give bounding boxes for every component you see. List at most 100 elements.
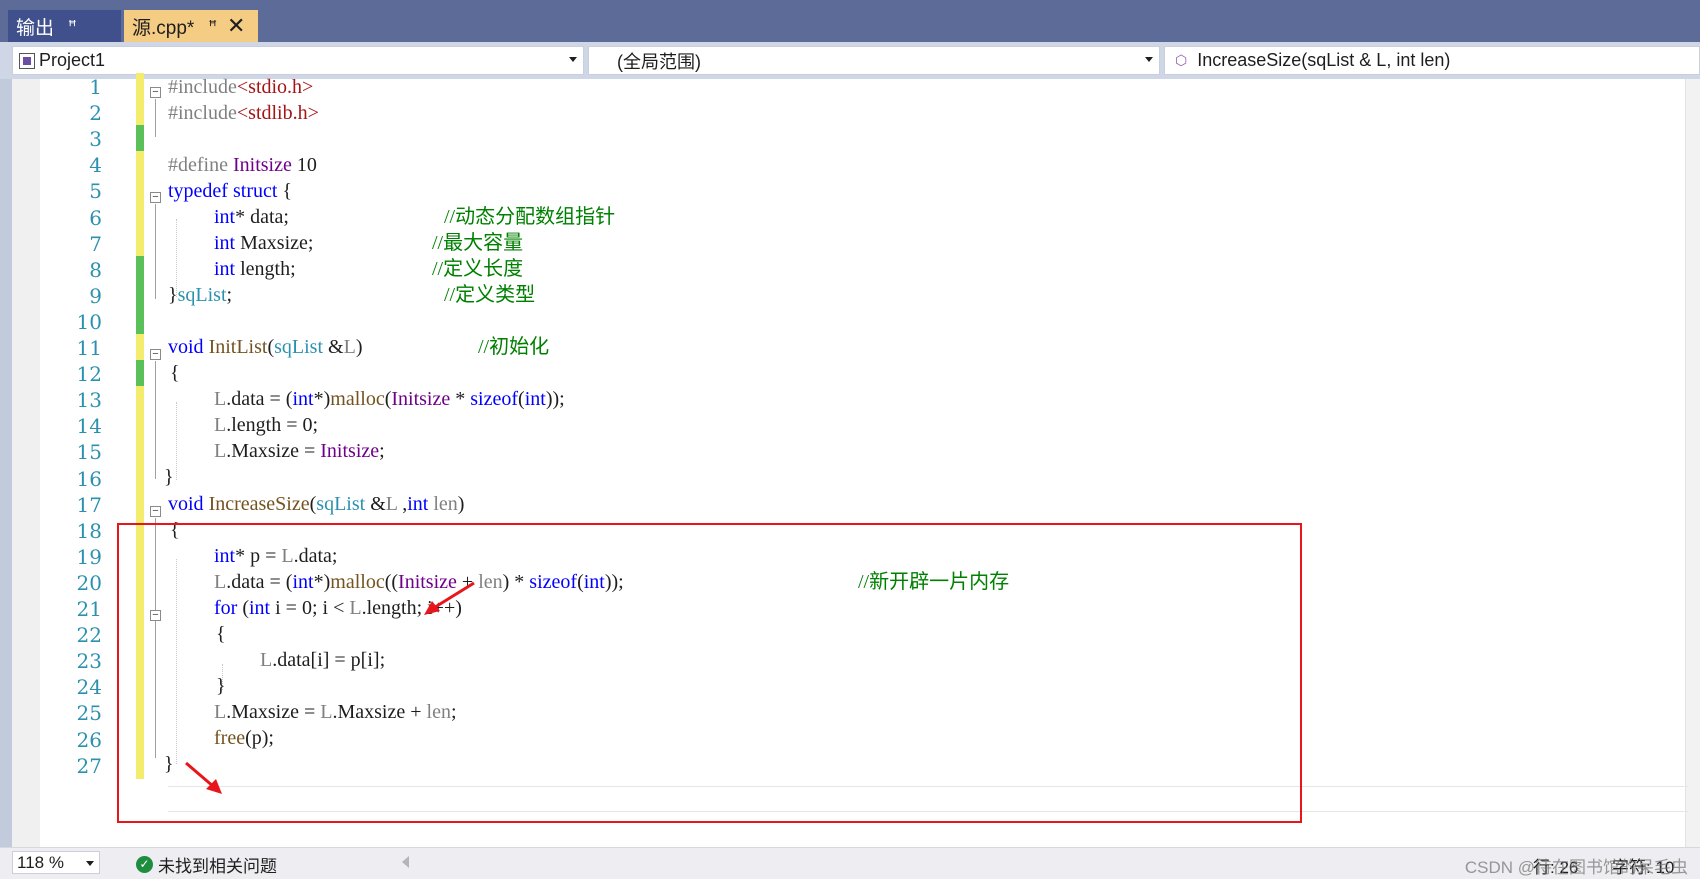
comment-line-9: //定义类型 [444, 284, 536, 306]
project-dropdown[interactable]: Project1 [12, 46, 584, 75]
change-marker [136, 99, 144, 127]
line-number: 22 [76, 623, 102, 648]
line-number: 12 [76, 362, 102, 387]
fold-toggle[interactable]: − [150, 192, 161, 203]
change-marker [136, 229, 144, 257]
change-marker [136, 307, 144, 335]
comment-line-8: //定义长度 [432, 258, 524, 280]
line-number: 3 [89, 127, 102, 152]
code-line-6: int* data; [214, 206, 289, 228]
line-number: 8 [89, 257, 102, 282]
line-number: 1 [89, 75, 102, 99]
fold-toggle[interactable]: − [150, 506, 161, 517]
chevron-down-icon [569, 57, 577, 62]
fold-line [155, 99, 156, 137]
code-line-13: L.data = (int*)malloc(Initsize * sizeof(… [214, 388, 565, 410]
code-line-9: }sqList; [168, 284, 233, 306]
line-number: 27 [76, 753, 102, 778]
line-number: 23 [76, 649, 102, 674]
code-line-12: { [170, 362, 180, 384]
change-marker [136, 334, 144, 361]
change-marker [136, 360, 144, 388]
fold-line [155, 361, 156, 479]
chevron-down-icon [1145, 57, 1153, 62]
line-number: 17 [76, 492, 102, 517]
line-number: 26 [76, 727, 102, 752]
issues-text: 未找到相关问题 [158, 857, 277, 876]
indent-guide [176, 402, 177, 480]
tab-output[interactable]: 输出 ꟸ [8, 10, 121, 42]
change-marker [136, 177, 144, 205]
chevron-down-icon [86, 861, 94, 866]
line-number: 9 [89, 283, 102, 308]
member-dropdown[interactable]: ⬡ IncreaseSize(sqList & L, int len) [1164, 46, 1700, 75]
comment-line-6: //动态分配数组指针 [444, 206, 616, 228]
code-line-15: L.Maxsize = Initsize; [214, 440, 385, 462]
line-number: 7 [89, 231, 102, 256]
tab-output-label: 输出 [16, 17, 55, 39]
code-line-17: void IncreaseSize(sqList &L ,int len) [168, 493, 465, 515]
line-number: 20 [76, 570, 102, 595]
fold-line [155, 204, 156, 299]
line-number: 14 [76, 414, 102, 439]
change-marker [136, 464, 144, 492]
line-number: 18 [76, 518, 102, 543]
line-number: 25 [76, 701, 102, 726]
close-icon[interactable]: ✕ [227, 15, 245, 37]
status-bar: 118 % ✓ 未找到相关问题 行: 26 字符: 10 CSDN @待在图书馆… [0, 847, 1700, 879]
change-marker [136, 73, 144, 100]
fold-toggle[interactable]: − [150, 349, 161, 360]
annotation-arrow-icon [185, 761, 222, 794]
member-name: IncreaseSize(sqList & L, int len) [1197, 50, 1451, 70]
document-tab-bar: 输出 ꟸ 源.cpp* ꟸ ✕ [0, 0, 1700, 42]
line-number: 5 [89, 179, 102, 204]
check-circle-icon: ✓ [136, 856, 153, 873]
change-marker [136, 203, 144, 231]
tab-source-cpp[interactable]: 源.cpp* ꟸ ✕ [124, 10, 258, 42]
code-line-1: #include<stdio.h> [168, 76, 314, 98]
comment-line-11: //初始化 [478, 336, 550, 358]
code-line-2: #include<stdlib.h> [168, 102, 319, 124]
line-number: 24 [76, 675, 102, 700]
scroll-left-icon[interactable] [402, 856, 409, 868]
zoom-dropdown[interactable]: 118 % [12, 851, 100, 874]
line-number: 15 [76, 440, 102, 465]
code-line-4: #define Initsize 10 [168, 154, 317, 176]
fold-toggle[interactable]: − [150, 87, 161, 98]
scope-dropdown[interactable]: (全局范围) [588, 46, 1160, 75]
zoom-level: 118 % [17, 852, 64, 872]
change-marker [136, 438, 144, 466]
change-marker [136, 386, 144, 414]
method-icon: ⬡ [1175, 52, 1188, 68]
vertical-scrollbar[interactable] [1685, 79, 1700, 847]
line-number: 11 [76, 336, 102, 360]
line-number: 10 [76, 309, 102, 334]
line-number: 4 [89, 153, 102, 178]
change-marker [136, 490, 144, 518]
change-marker [136, 412, 144, 440]
code-line-8: int length; [214, 258, 296, 280]
change-marker [136, 151, 144, 179]
annotation-highlight-box [117, 523, 1302, 823]
code-line-11: void InitList(sqList &L) [168, 336, 363, 358]
change-marker [136, 255, 144, 283]
code-line-7: int Maxsize; [214, 232, 314, 254]
watermark: CSDN @待在图书馆的呆毛虫 [1464, 858, 1688, 877]
line-number: 19 [76, 544, 102, 569]
line-number: 6 [89, 205, 102, 230]
line-number: 16 [76, 466, 102, 491]
line-number: 2 [89, 101, 102, 126]
indicator-margin [12, 79, 40, 847]
pin-icon[interactable]: ꟸ [68, 17, 77, 35]
code-line-16: } [164, 466, 174, 488]
annotation-arrow-icon [424, 581, 475, 615]
issues-indicator[interactable]: ✓ 未找到相关问题 [136, 852, 277, 877]
tab-source-label: 源.cpp* [132, 17, 195, 39]
change-marker [136, 281, 144, 309]
code-editor[interactable]: 1 2 3 4 5 6 7 8 9 10 11 12 13 14 15 16 17 18 19 20 21 22 23 24 2… [0, 73, 1700, 847]
project-name: Project1 [39, 50, 106, 70]
pin-icon[interactable]: ꟸ [208, 17, 217, 35]
code-line-5: typedef struct { [168, 180, 293, 202]
editor-margin [0, 79, 12, 847]
line-number: 13 [76, 388, 102, 413]
